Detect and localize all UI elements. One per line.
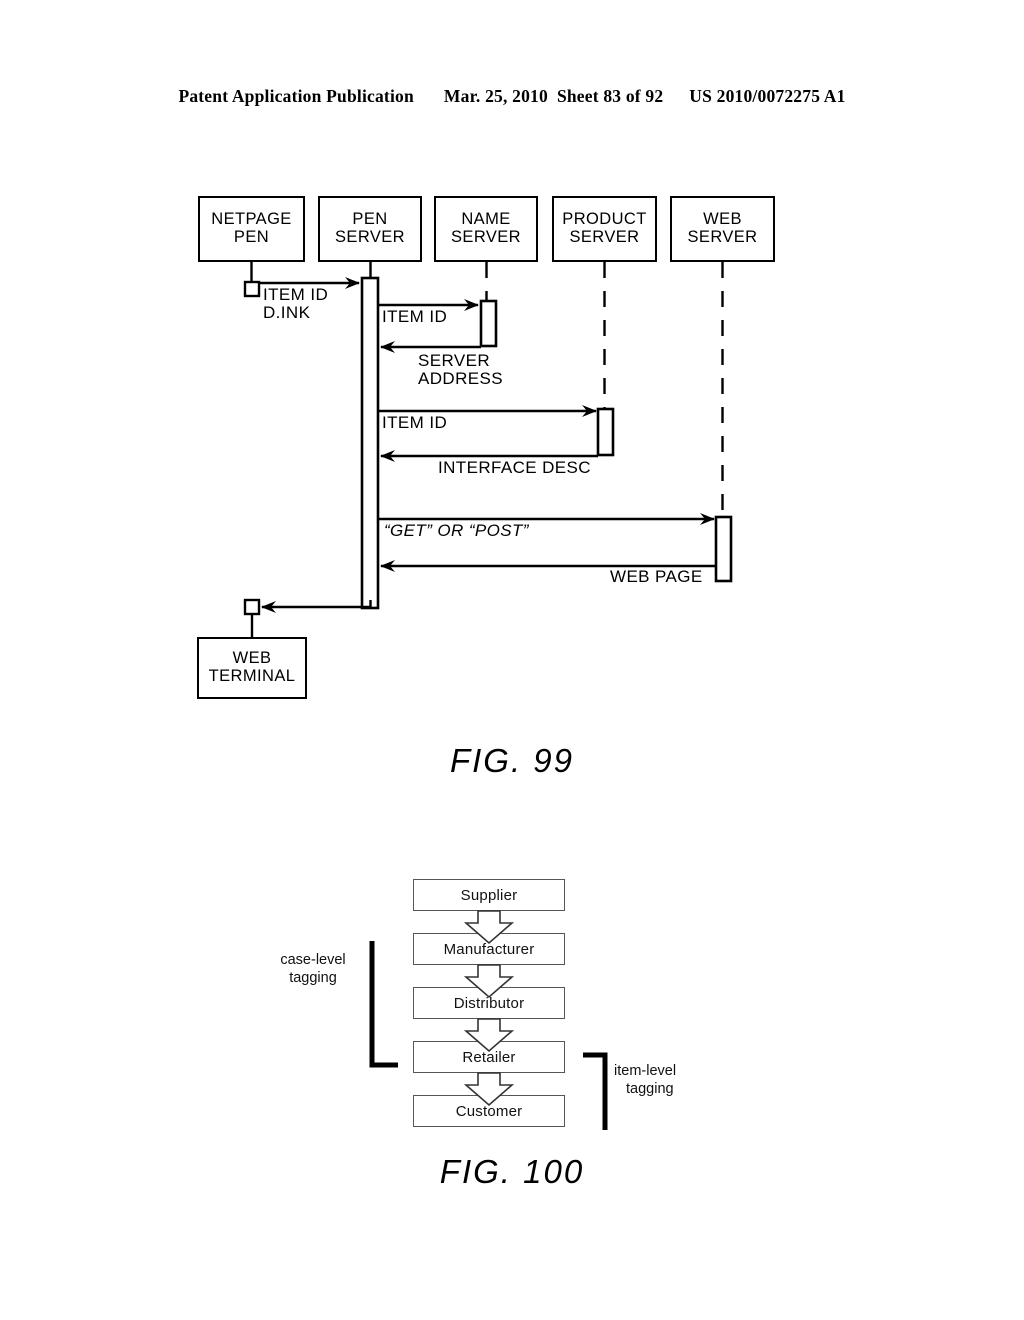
figure-100: Supplier Manufacturer Distributor Retail…	[0, 855, 1024, 1215]
message-label-item-id-product-line1: ITEM ID	[382, 413, 448, 432]
bracket-label-case-level-line1: case-level	[280, 952, 346, 968]
figure-99: NETPAGE PEN PEN SERVER NAME SERVER PRODU…	[0, 0, 1024, 800]
message-label-get-or-post: “GET” OR “POST”	[384, 521, 529, 540]
message-label-get-or-post-line1: “GET” OR “POST”	[384, 521, 529, 540]
message-label-server-address-line1: SERVER	[418, 351, 491, 370]
message-label-interface-desc: INTERFACE DESC	[438, 458, 591, 477]
bracket-label-item-level-line2: tagging	[626, 1081, 674, 1098]
bracket-label-case-level: case-level tagging	[258, 951, 368, 987]
block-arrow-manufacturer-to-distributor	[463, 964, 515, 999]
activation-web-server	[714, 515, 733, 583]
bracket-label-item-level-line1: item-level	[614, 1063, 677, 1079]
message-label-server-address-line2: ADDRESS	[418, 369, 503, 389]
bracket-label-item-level: item-level tagging	[614, 1062, 724, 1098]
activation-pen-server	[360, 276, 380, 610]
bracket-case-level	[369, 941, 398, 1068]
message-label-web-page: WEB PAGE	[610, 567, 703, 586]
block-arrow-distributor-to-retailer	[463, 1018, 515, 1053]
block-arrow-retailer-to-customer	[463, 1072, 515, 1107]
figure-100-caption: FIG. 100	[439, 1153, 585, 1190]
block-arrow-supplier-to-manufacturer	[463, 910, 515, 945]
message-elbow-web-terminal	[261, 600, 372, 613]
message-label-item-id-name: ITEM ID	[382, 307, 448, 326]
fig99-lifelines-and-arrows	[243, 262, 733, 637]
activation-name-server	[479, 299, 498, 348]
message-label-item-id-product: ITEM ID	[382, 413, 448, 432]
bracket-item-level	[583, 1052, 608, 1130]
message-label-web-page-line1: WEB PAGE	[610, 567, 703, 586]
message-label-interface-desc-line1: INTERFACE DESC	[438, 458, 591, 477]
message-label-item-id-dink-line2: D.INK	[263, 303, 311, 323]
message-label-item-id-name-line1: ITEM ID	[382, 307, 448, 326]
message-label-server-address: SERVER ADDRESS	[418, 351, 503, 389]
activation-web-terminal	[243, 598, 261, 616]
activation-product-server	[596, 407, 615, 457]
figure-99-caption: FIG. 99	[449, 742, 575, 779]
bracket-label-case-level-line2: tagging	[289, 970, 337, 987]
message-label-item-id-dink-line1: ITEM ID	[263, 285, 329, 304]
activation-netpage-pen	[243, 280, 261, 298]
message-label-item-id-dink: ITEM ID D.INK	[263, 285, 329, 323]
